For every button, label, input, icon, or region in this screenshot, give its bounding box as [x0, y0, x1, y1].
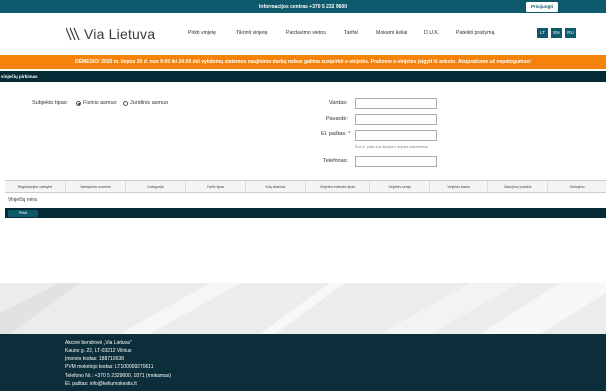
column-header[interactable]: Registracijos valstybė [5, 181, 65, 194]
site-footer: Akcinė bendrovė „Via Lietuva“ Kauno g. 2… [0, 334, 606, 391]
email-label: El. paštas: * [321, 131, 351, 137]
table-footer-bar: Pirkti [5, 208, 606, 218]
footer-phone: Telefono Nr.: +370 5 2329600, 1871 (moka… [65, 373, 172, 379]
email-hint: Šiuo el. paštu bus išsiųsta e-vinjetės p… [355, 145, 428, 149]
column-header[interactable]: Vinjetės trukmės tipas [305, 181, 369, 194]
lang-lt-button[interactable]: LT [537, 28, 548, 38]
nav-tariffs[interactable]: Tarifai [344, 30, 358, 36]
footer-email[interactable]: El. paštas: info@keliumokestis.lt [65, 381, 137, 387]
nav-toll-roads[interactable]: Mokami keliai [376, 30, 407, 36]
phone-input[interactable] [355, 156, 437, 167]
decorative-lines-graphic [0, 283, 606, 334]
column-header[interactable]: Tarifo tipas [185, 181, 245, 194]
radio-individual-label[interactable]: Fizinis asmuo [83, 100, 117, 106]
maintenance-alert: DĖMESIO! 2025 m. liepos 20 d. nuo 9:00 i… [0, 55, 606, 69]
brand-name: Via Lietuva [84, 26, 156, 42]
vignettes-table-header: Registracijos valstybė Valstybinis numer… [5, 180, 606, 194]
footer-company-code: Įmonės kodas: 188710638 [65, 356, 124, 362]
empty-table-message: Vinječių nėra [8, 197, 37, 203]
buy-button[interactable]: Pirkti [8, 209, 38, 217]
column-header[interactable]: Vinjetės serija [369, 181, 429, 194]
top-info-bar: Informacijos centras +370 5 232 9600 Pri… [0, 0, 606, 13]
last-name-input[interactable] [355, 114, 437, 125]
column-header[interactable]: Galiojimo pradžia [487, 181, 547, 194]
section-title-bar: vinječių pirkimas [0, 71, 606, 82]
decorative-banner [0, 283, 606, 334]
email-input[interactable] [355, 130, 437, 141]
first-name-input[interactable] [355, 98, 437, 109]
section-title: vinječių pirkimas [1, 74, 38, 79]
nav-submit-request[interactable]: Pateikti prašymą [456, 30, 494, 36]
column-header[interactable]: Kitų skaičius [245, 181, 305, 194]
footer-vat-code: PVM mokėtojo kodas: LT100009270611 [65, 364, 154, 370]
first-name-label: Vardas: [329, 100, 348, 106]
footer-address: Kauno g. 22, LT-03212 Vilnius [65, 348, 132, 354]
column-header[interactable]: Valstybinis numeris [65, 181, 125, 194]
radio-individual[interactable] [76, 101, 81, 106]
info-center-text: Informacijos centras +370 5 232 9600 [259, 3, 347, 10]
column-header[interactable]: Galiojimo [547, 181, 606, 194]
logo-stripes-icon [66, 27, 80, 41]
nav-faq[interactable]: D.U.K. [424, 30, 439, 36]
footer-company: Akcinė bendrovė „Via Lietuva“ [65, 340, 132, 346]
column-header[interactable]: Kategorija [125, 181, 185, 194]
site-header: Via Lietuva Pirkti vinjetę Tikrinti vinj… [0, 13, 606, 55]
nav-buy-vignette[interactable]: Pirkti vinjetę [188, 30, 216, 36]
lang-en-button[interactable]: EN [551, 28, 562, 38]
radio-legal-entity[interactable] [123, 101, 128, 106]
login-button[interactable]: Prisijungti [526, 1, 558, 12]
subject-type-label: Subjekto tipas: [32, 100, 69, 106]
column-header[interactable]: Vinjetės kaina [429, 181, 487, 194]
nav-sale-points[interactable]: Pardavimo vietos [286, 30, 326, 36]
radio-legal-entity-label[interactable]: Juridinis asmuo [130, 100, 168, 106]
last-name-label: Pavardė: [326, 116, 349, 122]
brand-logo[interactable]: Via Lietuva [66, 26, 155, 42]
nav-check-vignette[interactable]: Tikrinti vinjetę [236, 30, 268, 36]
phone-label: Telefonas: [323, 158, 349, 164]
lang-ru-button[interactable]: RU [565, 28, 576, 38]
